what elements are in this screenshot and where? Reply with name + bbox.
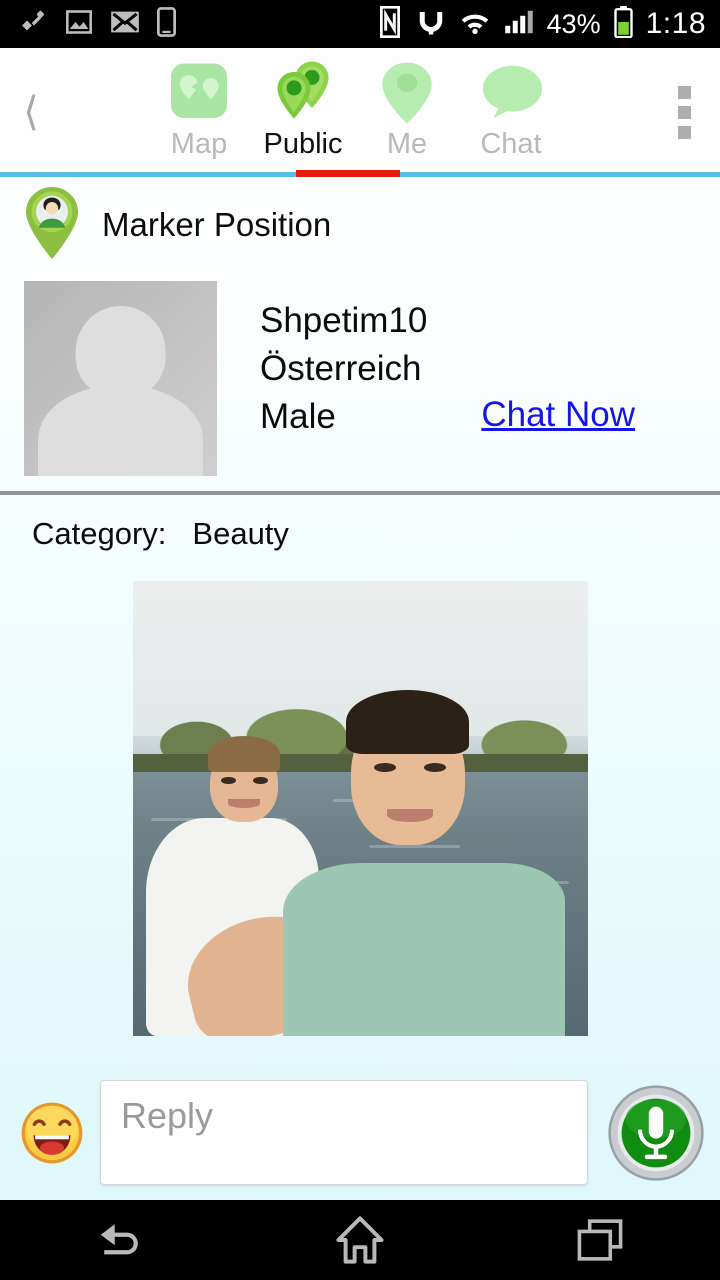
tab-chat-label: Chat [480,128,542,160]
default-avatar-placeholder[interactable] [24,281,217,476]
status-bar-left-icons [0,6,176,42]
photo-person-left-hair [207,735,281,773]
map-pins-square-icon [166,60,232,126]
overflow-dot [677,105,691,119]
signal-icon [504,9,534,40]
nfc-icon [377,5,403,43]
tab-map[interactable]: Map [147,48,251,176]
post-photo-wrapper [0,581,720,1036]
avatar-head-shape [75,306,166,398]
tab-me-label: Me [386,128,428,160]
photo-person-left-eye [253,776,268,784]
battery-icon [613,5,633,43]
tab-list: Map Public Me Chat [62,48,648,176]
tab-public-label: Public [263,128,343,160]
category-value[interactable]: Beauty [192,516,289,552]
photo-person-right-mouth [387,808,433,823]
usb-plug-icon [20,8,48,41]
chat-now-link[interactable]: Chat Now [481,395,635,435]
back-nav-icon[interactable] [45,1200,195,1280]
back-chevron-icon[interactable]: ⟨ [0,48,62,176]
tab-me[interactable]: Me [355,48,459,176]
email-icon [110,9,140,40]
top-navigation-bar: ⟨ Map Public Me Chat [0,48,720,176]
category-label: Category: [32,516,167,551]
map-pin-icon [376,60,438,126]
status-bar: 43% 1:18 [0,0,720,48]
photo-person-right-hair [346,690,470,754]
overflow-dot [677,125,691,139]
headset-icon [416,7,446,42]
map-pin-avatar-icon [18,185,86,266]
double-map-pin-icon [267,60,339,126]
status-bar-right-icons: 43% 1:18 [377,5,720,43]
home-nav-icon[interactable] [285,1200,435,1280]
system-navigation-bar [0,1200,720,1280]
tab-map-label: Map [170,128,228,160]
overflow-dot [677,85,691,99]
tab-public[interactable]: Public [251,48,355,176]
wifi-icon [459,9,491,40]
reply-input[interactable]: Reply [100,1080,588,1185]
overflow-menu-icon[interactable] [648,48,720,176]
phone-icon [157,6,176,42]
reply-bar: Reply [0,1065,720,1200]
post-photo[interactable] [132,581,588,1036]
profile-info: Shpetim10 Österreich Male Chat Now [217,281,720,477]
photo-water-ripple [369,844,461,848]
profile-username: Shpetim10 [260,301,428,340]
marker-position-header: Marker Position [0,177,720,273]
photo-person-left-eye [221,776,236,784]
category-row: Category: Beauty [0,495,720,573]
avatar-body-shape [37,386,204,476]
reply-placeholder: Reply [121,1095,214,1136]
active-tab-indicator [296,170,400,177]
laughing-emoji-icon[interactable] [14,1101,90,1165]
profile-country: Österreich [260,349,422,388]
speech-bubble-icon [477,60,545,126]
tab-chat[interactable]: Chat [459,48,563,176]
battery-percent-label: 43% [546,8,601,39]
marker-position-title: Marker Position [102,206,332,243]
clock-label: 1:18 [645,7,706,40]
recents-nav-icon[interactable] [525,1200,675,1280]
profile-card: Shpetim10 Österreich Male Chat Now [0,273,720,491]
phone-screen: 43% 1:18 ⟨ Map Public Me Chat Marker Pos… [0,0,720,1280]
image-icon [65,8,93,41]
photo-person-right-shirt [282,863,565,1036]
microphone-button-icon[interactable] [606,1084,706,1181]
main-content: Marker Position Shpetim10 Österreich Mal… [0,177,720,1200]
